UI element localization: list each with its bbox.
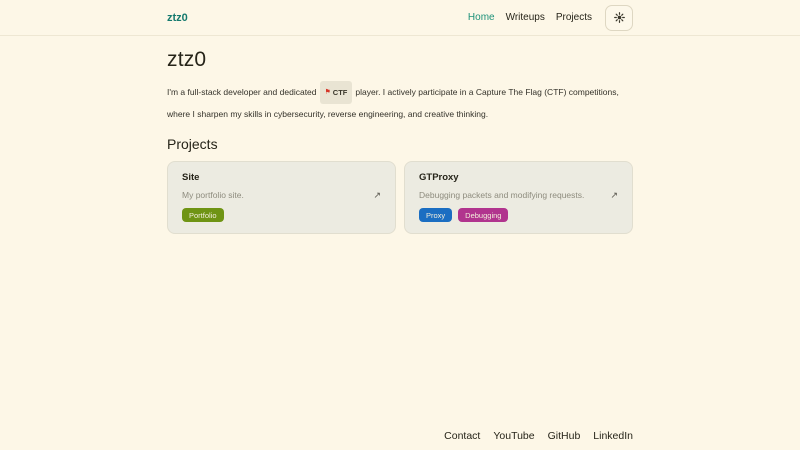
- theme-toggle-button[interactable]: [605, 5, 633, 31]
- project-card-gtproxy[interactable]: GTProxy Debugging packets and modifying …: [404, 161, 633, 234]
- project-card-site[interactable]: Site My portfolio site. ↗ Portfolio: [167, 161, 396, 234]
- tag-proxy: Proxy: [419, 208, 452, 222]
- main-content: ztz0 I'm a full-stack developer and dedi…: [167, 36, 633, 430]
- external-link-icon: ↗: [610, 191, 618, 200]
- page-title: ztz0: [167, 48, 633, 72]
- footer-link-linkedin[interactable]: LinkedIn: [593, 430, 633, 442]
- sun-icon: [614, 12, 625, 23]
- project-description: My portfolio site.: [182, 190, 244, 200]
- intro-text-before: I'm a full-stack developer and dedicated: [167, 87, 317, 97]
- footer-link-github[interactable]: GitHub: [548, 430, 581, 442]
- footer-link-contact[interactable]: Contact: [444, 430, 480, 442]
- tag-row: Proxy Debugging: [419, 208, 618, 222]
- site-header: ztz0 Home Writeups Projects: [0, 0, 800, 36]
- ctf-badge-label: CTF: [333, 83, 348, 103]
- footer-link-youtube[interactable]: YouTube: [493, 430, 534, 442]
- projects-heading: Projects: [167, 136, 633, 152]
- main-nav: Home Writeups Projects: [468, 5, 633, 31]
- external-link-icon: ↗: [373, 191, 381, 200]
- flag-icon: ⚑: [325, 89, 331, 96]
- nav-item-home[interactable]: Home: [468, 12, 495, 23]
- projects-grid: Site My portfolio site. ↗ Portfolio GTPr…: [167, 161, 633, 234]
- tag-portfolio: Portfolio: [182, 208, 224, 222]
- nav-item-projects[interactable]: Projects: [556, 12, 592, 23]
- intro-paragraph: I'm a full-stack developer and dedicated…: [167, 81, 633, 124]
- logo[interactable]: ztz0: [167, 12, 188, 24]
- tag-row: Portfolio: [182, 208, 381, 222]
- ctf-badge: ⚑CTF: [320, 81, 353, 104]
- nav-item-writeups[interactable]: Writeups: [506, 12, 545, 23]
- project-title: Site: [182, 172, 381, 183]
- site-footer: Contact YouTube GitHub LinkedIn: [0, 430, 800, 450]
- project-title: GTProxy: [419, 172, 618, 183]
- project-description: Debugging packets and modifying requests…: [419, 190, 584, 200]
- tag-debugging: Debugging: [458, 208, 508, 222]
